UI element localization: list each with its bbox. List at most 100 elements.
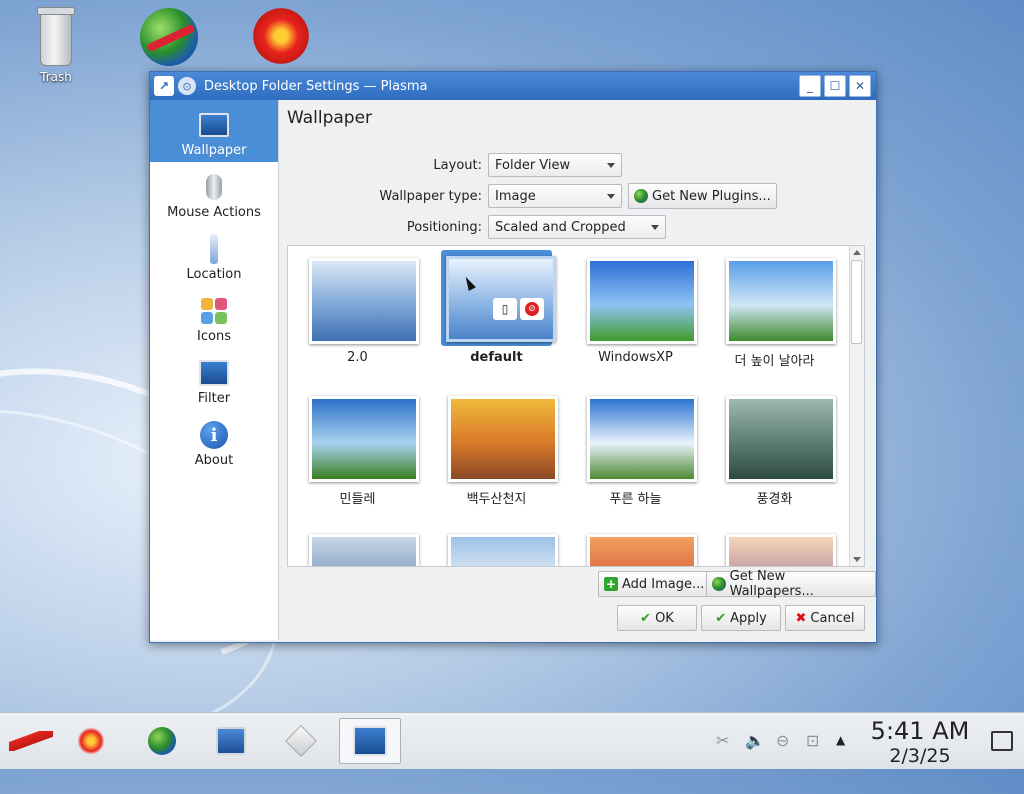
title-bar[interactable]: ↗ ⊙ Desktop Folder Settings — Plasma _ ☐…	[150, 72, 876, 100]
check-icon: ✔	[715, 610, 727, 626]
clock-date: 2/3/25	[889, 745, 951, 767]
add-image-button[interactable]: + Add Image...	[598, 571, 711, 597]
globe-icon	[712, 577, 726, 591]
sidebar-item-about[interactable]: i About	[150, 410, 278, 472]
globe-icon	[634, 189, 648, 203]
settings-sidebar: Wallpaper Mouse Actions Location Icons F…	[150, 100, 279, 640]
wallpaper-tile[interactable]	[288, 524, 427, 566]
wallpaper-tile[interactable]: 풍경화	[705, 386, 844, 522]
scroll-down-icon[interactable]	[853, 557, 861, 562]
sidebar-item-mouse-actions[interactable]: Mouse Actions	[150, 162, 278, 224]
desktop-icon-trash[interactable]: Trash	[16, 2, 96, 84]
wallpaper-label: 푸른 하늘	[609, 492, 662, 507]
display-icon[interactable]: ⊡	[806, 731, 819, 750]
get-new-plugins-label: Get New Plugins...	[652, 188, 771, 204]
wallpaper-thumbnail[interactable]	[726, 396, 836, 482]
wallpaper-tile[interactable]: 2.0	[288, 248, 427, 384]
tray-expand-icon[interactable]: ▲	[836, 733, 845, 747]
chevron-down-icon	[607, 162, 615, 168]
wallpaper-tile[interactable]: 민들레	[288, 386, 427, 522]
taskbar-app-star[interactable]	[60, 718, 122, 764]
wallpaper-label: 더 높이 날아라	[734, 354, 815, 369]
ok-label: OK	[655, 610, 674, 626]
app-menu-icon[interactable]: ↗	[154, 76, 174, 96]
wallpaper-label: 풍경화	[756, 492, 793, 507]
wallpaper-thumbnail[interactable]	[309, 258, 419, 344]
wallpaper-thumbnail[interactable]	[587, 534, 697, 566]
clock[interactable]: 5:41 AM 2/3/25	[864, 717, 976, 767]
sidebar-item-label: Icons	[197, 329, 231, 344]
remove-wallpaper-icon[interactable]: ⊘	[520, 298, 544, 320]
wallpaper-tile[interactable]: ▯ ⊘ default	[427, 248, 566, 384]
wallpaper-tile[interactable]: 더 높이 날아라	[705, 248, 844, 384]
pin-icon[interactable]: ⊙	[178, 77, 196, 95]
volume-icon[interactable]: 🔈	[745, 731, 765, 750]
wallpaper-thumbnail[interactable]	[448, 396, 558, 482]
clock-time: 5:41 AM	[870, 717, 970, 745]
get-new-wallpapers-button[interactable]: Get New Wallpapers...	[706, 569, 876, 599]
desktop-icon-browser[interactable]	[129, 0, 209, 74]
wallpaper-label: 민들레	[339, 492, 376, 507]
wallpaper-label: 백두산천지	[466, 492, 527, 507]
desktop-icon-app[interactable]	[241, 0, 321, 72]
taskbar-launcher-menu[interactable]	[0, 718, 62, 764]
cancel-button[interactable]: ✖ Cancel	[785, 605, 865, 631]
sidebar-item-wallpaper[interactable]: Wallpaper	[150, 100, 278, 162]
wallpaper-type-label: Wallpaper type:	[379, 188, 482, 204]
vertical-scrollbar[interactable]	[849, 246, 864, 566]
sidebar-item-label: About	[194, 453, 234, 468]
wallpaper-gallery[interactable]: 2.0 ▯ ⊘ default WindowsXP 더 높이 날아라민들레 백두산천지 푸른 …	[287, 245, 865, 567]
sidebar-item-label: Mouse Actions	[167, 205, 261, 220]
wallpaper-type-combo[interactable]: Image	[488, 184, 622, 208]
taskbar-app-filemanager[interactable]	[200, 718, 262, 764]
minimize-button[interactable]: _	[799, 75, 821, 97]
layout-combo[interactable]: Folder View	[488, 153, 622, 177]
open-folder-icon[interactable]: ▯	[493, 298, 517, 320]
apply-button[interactable]: ✔ Apply	[701, 605, 781, 631]
red-star-icon	[75, 725, 107, 757]
scissors-icon[interactable]: ✂	[716, 731, 729, 750]
taskbar-app-settings[interactable]	[339, 718, 401, 764]
wallpaper-thumbnail[interactable]	[448, 534, 558, 566]
positioning-value: Scaled and Cropped	[495, 219, 626, 235]
settings-monitor-icon	[353, 726, 387, 756]
wallpaper-thumbnail[interactable]	[726, 258, 836, 344]
mouse-icon	[206, 174, 222, 200]
wallpaper-thumbnail[interactable]	[587, 258, 697, 344]
network-icon[interactable]: ⊖	[776, 731, 789, 750]
show-desktop-button[interactable]	[991, 731, 1013, 751]
get-new-plugins-button[interactable]: Get New Plugins...	[628, 183, 777, 209]
desktop-icon-label: Trash	[40, 70, 72, 84]
positioning-label: Positioning:	[406, 219, 482, 235]
wallpaper-tile[interactable]: 푸른 하늘	[566, 386, 705, 522]
taskbar-app-package[interactable]	[270, 718, 332, 764]
layout-label: Layout:	[433, 157, 482, 173]
icons-icon	[201, 298, 227, 324]
taskbar: ✂ 🔈 ⊖ ⊡ ▲ 5:41 AM 2/3/25	[0, 712, 1024, 769]
sidebar-item-filter[interactable]: Filter	[150, 348, 278, 410]
ok-button[interactable]: ✔ OK	[617, 605, 697, 631]
scrollbar-thumb[interactable]	[851, 260, 862, 344]
page-title: Wallpaper	[287, 108, 373, 128]
positioning-combo[interactable]: Scaled and Cropped	[488, 215, 666, 239]
wallpaper-thumbnail[interactable]	[309, 396, 419, 482]
monitor-icon	[199, 113, 229, 137]
wallpaper-tile[interactable]	[566, 524, 705, 566]
close-button[interactable]: ✕	[849, 75, 871, 97]
wallpaper-tile[interactable]	[427, 524, 566, 566]
sidebar-item-location[interactable]: Location	[150, 224, 278, 286]
maximize-button[interactable]: ☐	[824, 75, 846, 97]
window-title: Desktop Folder Settings — Plasma	[204, 78, 428, 94]
location-icon	[210, 234, 218, 264]
app-menu-icon	[9, 731, 53, 751]
wallpaper-thumbnail[interactable]	[587, 396, 697, 482]
wallpaper-thumbnail[interactable]	[309, 534, 419, 566]
wallpaper-thumbnail[interactable]	[726, 534, 836, 566]
taskbar-app-browser[interactable]	[131, 718, 193, 764]
sidebar-item-icons[interactable]: Icons	[150, 286, 278, 348]
wallpaper-tile[interactable]: WindowsXP	[566, 248, 705, 384]
wallpaper-tile[interactable]	[705, 524, 844, 566]
wallpaper-tile[interactable]: 백두산천지	[427, 386, 566, 522]
scroll-up-icon[interactable]	[853, 250, 861, 255]
package-icon	[285, 725, 317, 757]
